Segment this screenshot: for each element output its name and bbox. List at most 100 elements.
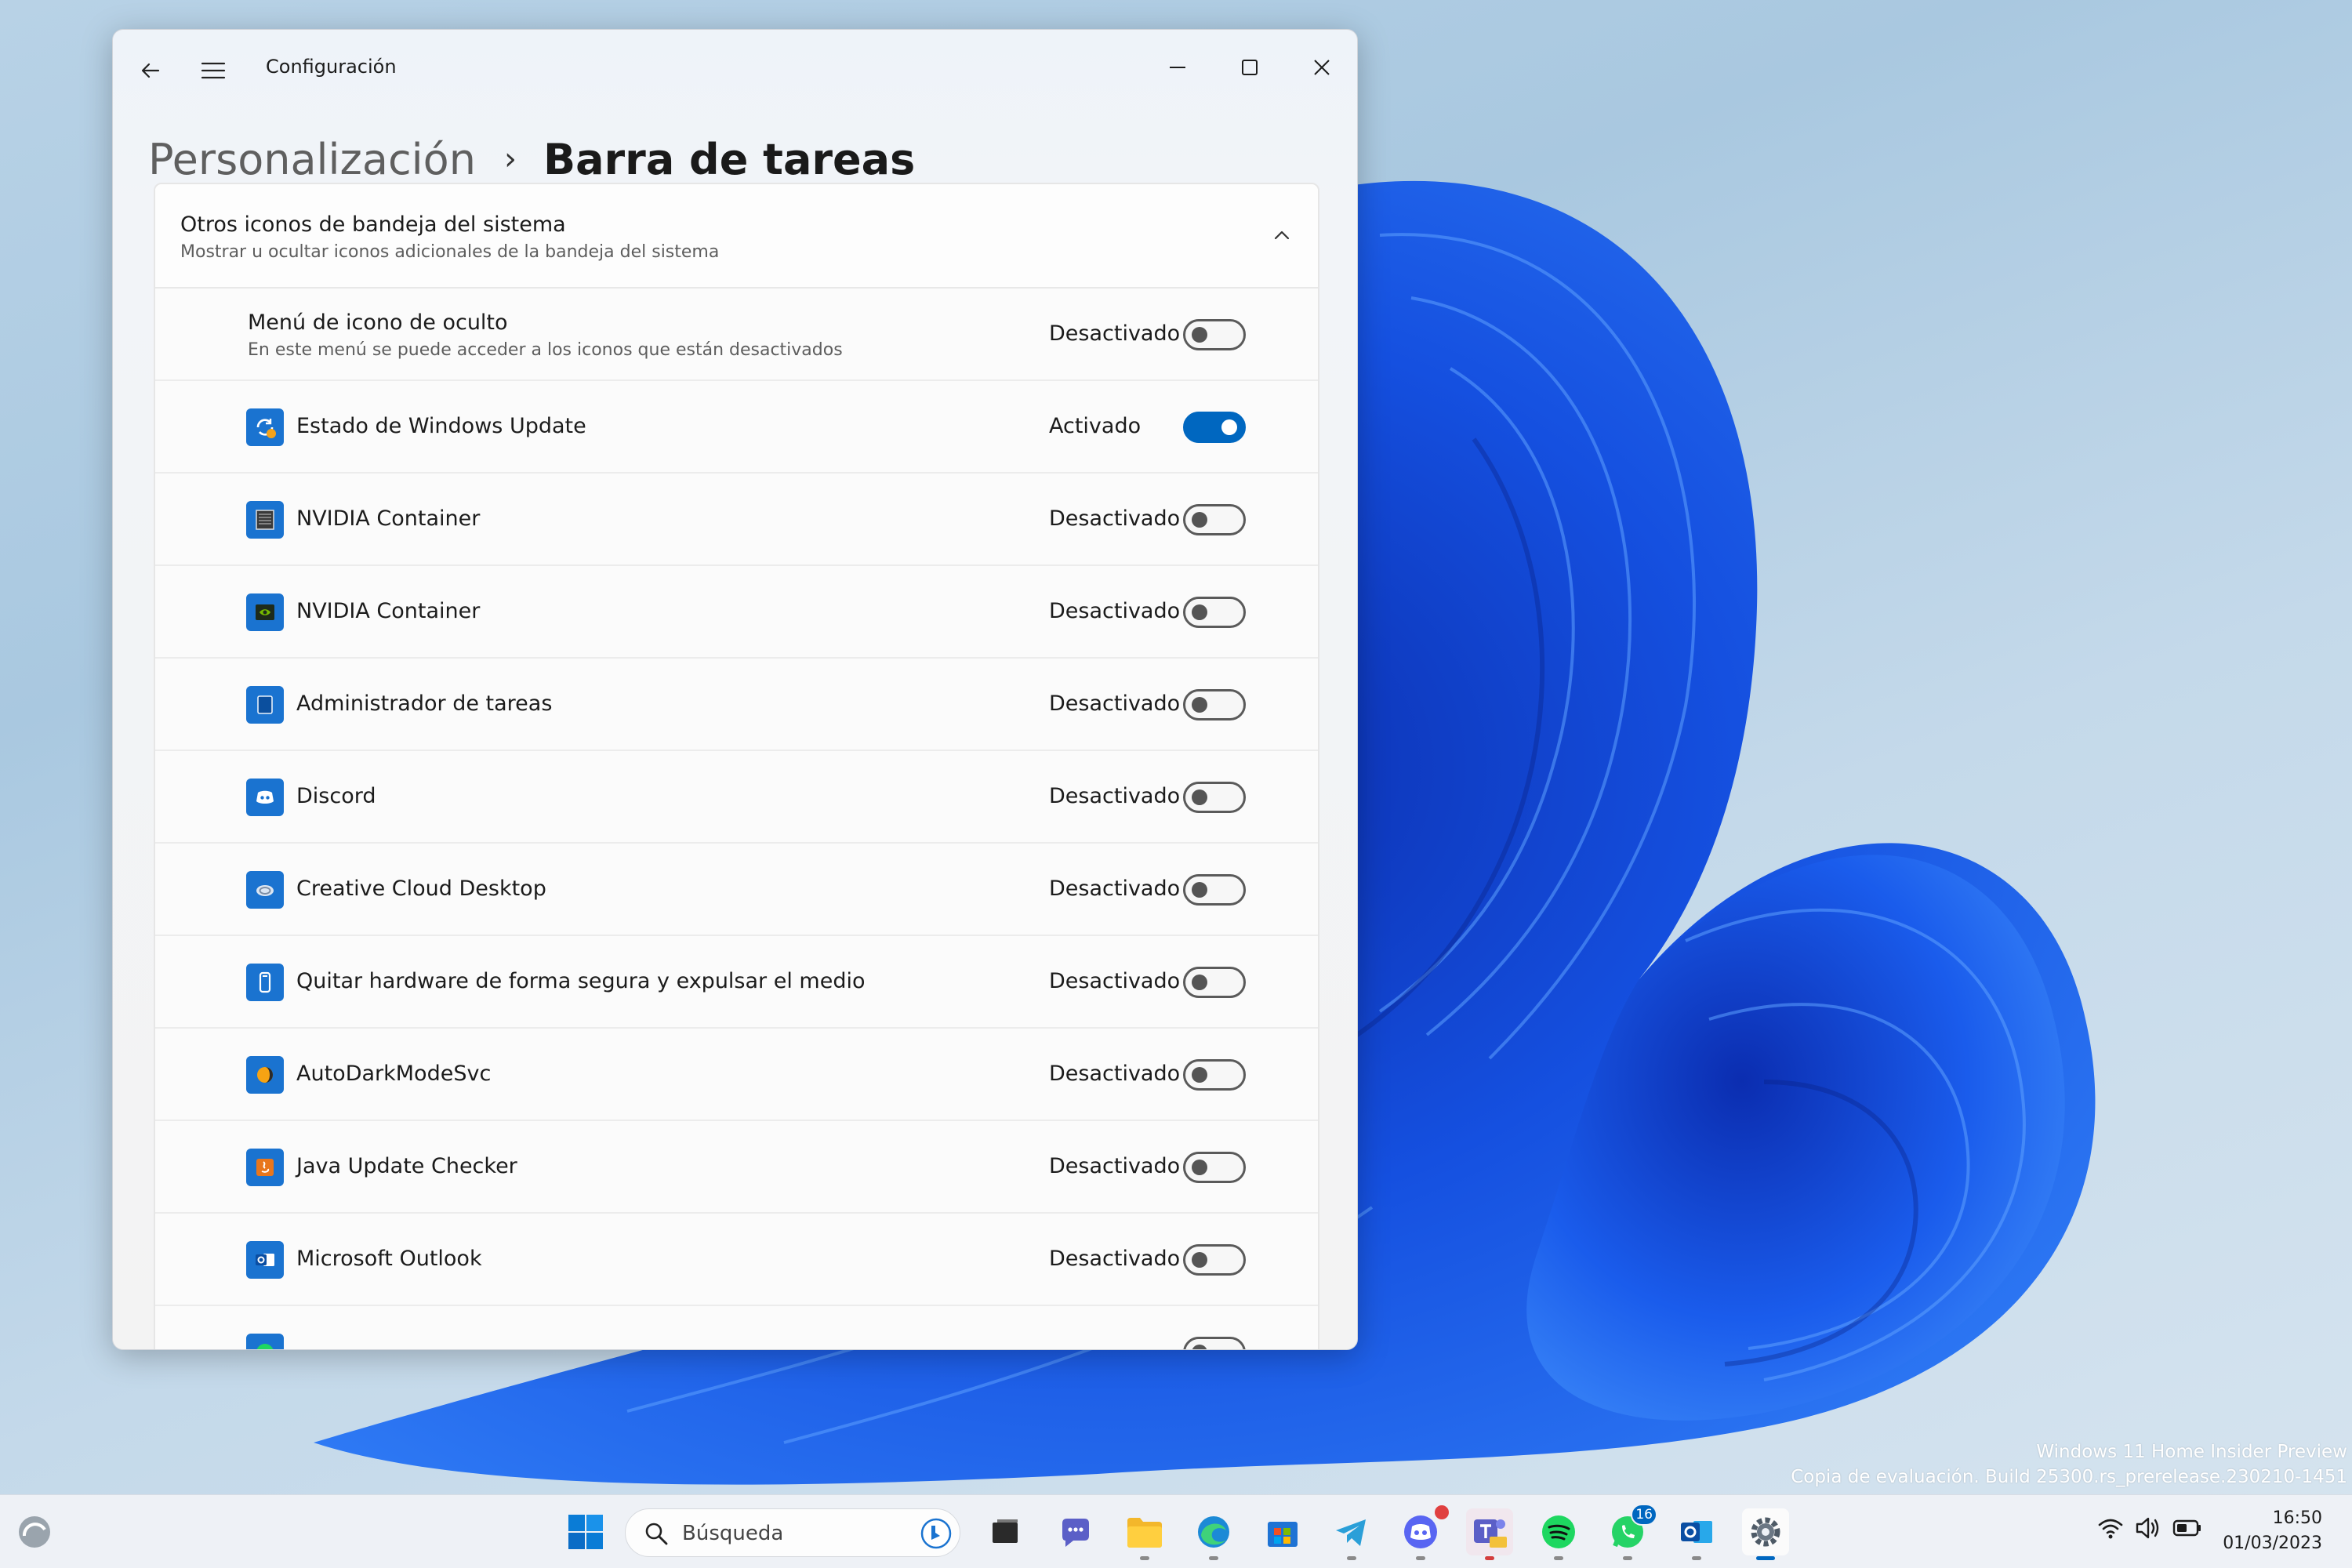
safely-remove-hardware-toggle[interactable] — [1183, 967, 1246, 998]
bing-chat-icon[interactable] — [919, 1516, 953, 1551]
tray-item-row-windows-update: Estado de Windows Update Activado — [155, 381, 1318, 474]
clock[interactable]: 16:50 01/03/2023 — [2223, 1506, 2322, 1556]
maximize-button[interactable] — [1214, 44, 1285, 91]
tray-item-label: NVIDIA Container — [296, 506, 481, 531]
navigation-menu-button[interactable] — [196, 53, 230, 88]
taskbar: 16 16:50 01/03/2023 — [0, 1494, 2352, 1568]
windows-logo-icon — [568, 1515, 603, 1549]
hidden-icon-menu-state: Desactivado — [1049, 321, 1181, 346]
tray-item-row-outlook: Microsoft Outlook Desactivado — [155, 1214, 1318, 1306]
running-indicator — [1756, 1556, 1775, 1560]
watermark-line-2: Copia de evaluación. Build 25300.rs_prer… — [1791, 1467, 2347, 1487]
toggle-knob — [1192, 1345, 1207, 1349]
task-manager-toggle[interactable] — [1183, 689, 1246, 720]
windows-update-toggle[interactable] — [1183, 412, 1246, 443]
teams-preview-button[interactable] — [1466, 1508, 1513, 1560]
taskbar-search[interactable] — [625, 1508, 960, 1557]
widgets-button[interactable] — [11, 1508, 58, 1555]
running-indicator — [1347, 1556, 1356, 1560]
search-icon — [645, 1523, 668, 1545]
telegram-button[interactable] — [1328, 1508, 1375, 1560]
close-button[interactable] — [1287, 44, 1357, 91]
volume-icon[interactable] — [2134, 1514, 2162, 1542]
teams-chat-button[interactable] — [1052, 1508, 1099, 1555]
nvidia-icon — [246, 593, 284, 631]
hidden-icon-menu-toggle[interactable] — [1183, 319, 1246, 350]
battery-icon[interactable] — [2172, 1514, 2203, 1542]
hamburger-icon — [201, 62, 226, 79]
telegram-icon — [1336, 1519, 1366, 1546]
running-indicator — [1140, 1556, 1149, 1560]
tray-item-state: Desactivado — [1049, 1154, 1181, 1178]
creative-cloud-toggle[interactable] — [1183, 874, 1246, 906]
maximize-icon — [1242, 60, 1258, 75]
toggle-knob — [1192, 882, 1207, 898]
start-button[interactable] — [562, 1508, 609, 1555]
tray-item-label: Creative Cloud Desktop — [296, 877, 546, 901]
app-title: Configuración — [266, 56, 397, 78]
auto-dark-mode-icon — [246, 1056, 284, 1094]
tray-item-state: Desactivado — [1049, 506, 1181, 531]
edge-icon — [1198, 1516, 1229, 1548]
chevron-up-icon[interactable] — [1270, 223, 1294, 247]
tray-item-label: Administrador de tareas — [296, 691, 553, 716]
spotify-icon — [246, 1334, 284, 1349]
toggle-knob — [1192, 327, 1207, 343]
system-tray-icons-header[interactable]: Otros iconos de bandeja del sistema Most… — [155, 184, 1318, 289]
discord-icon — [246, 779, 284, 816]
minimize-button[interactable] — [1142, 44, 1213, 91]
back-button[interactable] — [133, 53, 168, 88]
outlook-icon — [246, 1241, 284, 1279]
spotify-button[interactable] — [1535, 1508, 1582, 1560]
tray-item-row-java-update: Java Update Checker Desactivado — [155, 1121, 1318, 1214]
outlook-toggle[interactable] — [1183, 1244, 1246, 1276]
autodarkmode-toggle[interactable] — [1183, 1059, 1246, 1091]
task-view-icon — [993, 1519, 1018, 1543]
usb-eject-icon — [246, 964, 284, 1001]
discord-toggle[interactable] — [1183, 782, 1246, 813]
tray-item-state: Desactivado — [1049, 1062, 1181, 1086]
partial-row-toggle[interactable] — [1183, 1337, 1246, 1349]
whatsapp-button[interactable]: 16 — [1604, 1504, 1657, 1560]
nvidia-container-toggle-2[interactable] — [1183, 597, 1246, 628]
tray-item-row-nvidia-container-2: NVIDIA Container Desactivado — [155, 566, 1318, 659]
gear-icon — [1751, 1517, 1780, 1547]
discord-icon — [1404, 1515, 1437, 1548]
clock-time: 16:50 — [2272, 1508, 2322, 1528]
toggle-knob — [1192, 604, 1207, 620]
windows-update-icon — [246, 408, 284, 446]
toggle-knob — [1192, 1160, 1207, 1175]
wifi-icon[interactable] — [2096, 1514, 2125, 1542]
tray-item-state: Desactivado — [1049, 784, 1181, 808]
running-indicator — [1623, 1556, 1632, 1560]
settings-taskbar-button[interactable] — [1742, 1508, 1789, 1560]
back-arrow-icon — [141, 63, 160, 78]
outlook-taskbar-button[interactable] — [1673, 1508, 1720, 1560]
discord-taskbar-button[interactable] — [1397, 1504, 1450, 1560]
tray-item-row-discord: Discord Desactivado — [155, 751, 1318, 844]
page-title: Barra de tareas — [543, 134, 916, 184]
tray-item-label: Estado de Windows Update — [296, 414, 586, 438]
edge-button[interactable] — [1190, 1508, 1237, 1560]
java-update-toggle[interactable] — [1183, 1152, 1246, 1183]
clock-date: 01/03/2023 — [2223, 1534, 2322, 1553]
tray-item-state: Desactivado — [1049, 599, 1181, 623]
task-view-button[interactable] — [982, 1508, 1029, 1555]
weather-widget-icon — [19, 1516, 50, 1548]
running-indicator — [1209, 1556, 1218, 1560]
search-input[interactable] — [682, 1519, 894, 1548]
chat-icon — [1062, 1519, 1089, 1547]
microsoft-store-button[interactable] — [1259, 1508, 1306, 1555]
tray-item-state: Activado — [1049, 414, 1142, 438]
tray-item-row-creative-cloud: Creative Cloud Desktop Desactivado — [155, 844, 1318, 936]
tray-item-label: Microsoft Outlook — [296, 1247, 482, 1271]
breadcrumb-personalization[interactable]: Personalización — [148, 135, 476, 184]
toggle-knob — [1192, 1252, 1207, 1268]
nvidia-container-toggle-1[interactable] — [1183, 504, 1246, 535]
java-icon — [246, 1149, 284, 1186]
hidden-icon-menu-subtitle: En este menú se puede acceder a los icon… — [248, 340, 843, 360]
breadcrumb: Personalización › Barra de tareas — [148, 130, 915, 188]
tray-item-state: Desactivado — [1049, 877, 1181, 901]
file-explorer-button[interactable] — [1121, 1508, 1168, 1560]
section-title: Otros iconos de bandeja del sistema — [180, 212, 566, 237]
